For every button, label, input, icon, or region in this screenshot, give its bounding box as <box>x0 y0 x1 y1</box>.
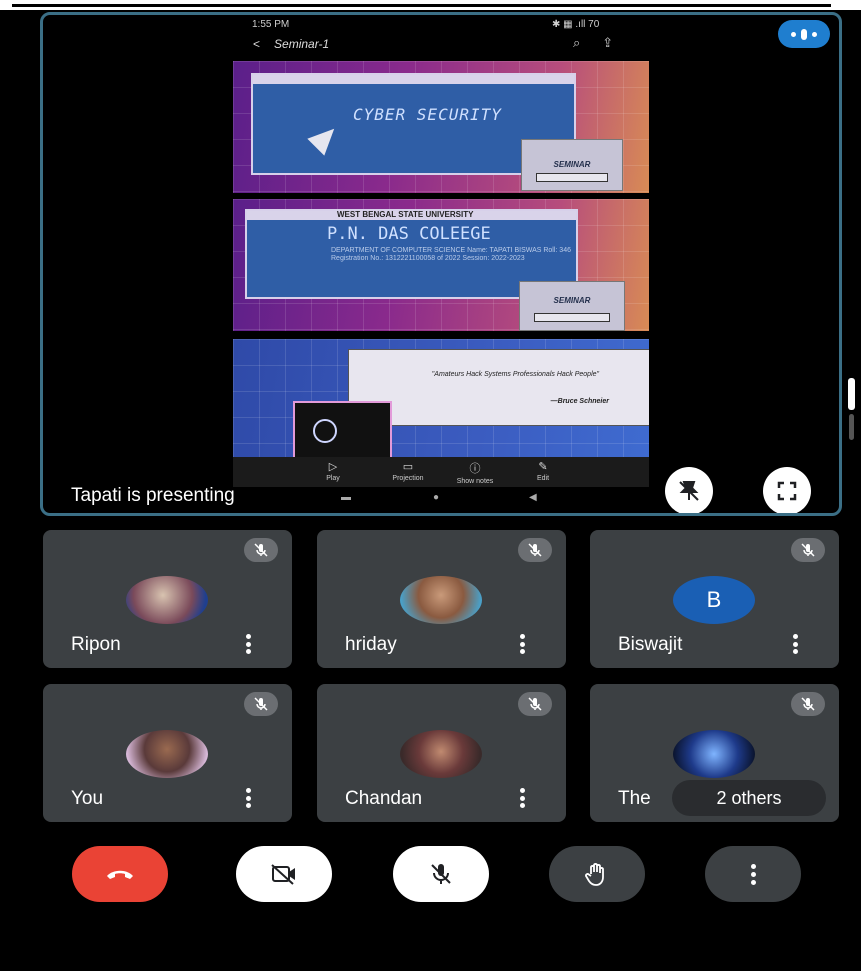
home-icon: ● <box>433 492 440 503</box>
projection-button[interactable]: ▭ Projection <box>378 460 438 482</box>
scroll-handle[interactable] <box>848 378 855 410</box>
smiley-icon <box>313 419 337 443</box>
info-icon: ⓘ <box>469 463 481 475</box>
presentation-view[interactable]: 1:55 PM ✱ ▦ .ıll 70 < Seminar-1 ⌕ ⇪ CYBER … <box>40 12 842 516</box>
participant-tile-you[interactable]: You <box>43 684 292 822</box>
unpin-button[interactable] <box>665 467 713 513</box>
slide-3-quote-window: "Amateurs Hack Systems Professionals Hac… <box>348 349 649 426</box>
unpin-icon <box>679 481 699 501</box>
more-options-icon[interactable] <box>520 788 526 808</box>
share-icon: ⇪ <box>602 35 614 50</box>
more-options-button[interactable] <box>705 846 801 902</box>
recents-icon: ▬ <box>341 492 351 503</box>
status-time: 1:55 PM <box>252 19 290 30</box>
mic-off-icon <box>431 864 451 884</box>
search-icon: ⌕ <box>573 35 581 50</box>
slide-1-seminar-window: SEMINAR <box>521 139 623 191</box>
raise-hand-button[interactable] <box>549 846 645 902</box>
slide-3-quote: "Amateurs Hack Systems Professionals Hac… <box>431 371 599 378</box>
edit-icon: ✎ <box>538 461 548 473</box>
play-button[interactable]: ▷ Play <box>303 460 363 482</box>
android-nav: ▬ ● ◀ <box>233 489 649 507</box>
slide-3: "Amateurs Hack Systems Professionals Hac… <box>233 339 649 457</box>
avatar <box>126 730 208 778</box>
mic-off-icon <box>244 538 278 562</box>
slide-3-author: —Bruce Schneier <box>550 398 609 405</box>
camera-off-icon <box>271 864 295 885</box>
slide-3-window-stack <box>293 401 392 457</box>
slide-2-seminar-window: SEMINAR <box>519 281 625 331</box>
avatar <box>673 730 755 778</box>
slide-1: CYBER SECURITY SEMINAR <box>233 61 649 193</box>
mic-off-icon <box>518 538 552 562</box>
play-icon: ▷ <box>328 461 338 473</box>
slide-2: WEST BENGAL STATE UNIVERSITY P.N. DAS CO… <box>233 199 649 331</box>
doc-title-text: Seminar-1 <box>274 37 330 51</box>
more-options-icon[interactable] <box>793 634 799 654</box>
mic-off-icon <box>244 692 278 716</box>
more-options-icon[interactable] <box>246 634 252 654</box>
slide-2-college: P.N. DAS COLEEGE <box>327 224 491 244</box>
more-options-icon[interactable] <box>246 788 252 808</box>
fullscreen-button[interactable] <box>763 467 811 513</box>
end-call-button[interactable] <box>72 846 168 902</box>
back-icon: < <box>253 37 261 51</box>
participant-name: Biswajit <box>618 634 683 655</box>
scroll-track <box>849 414 854 440</box>
participant-name: The <box>618 788 651 809</box>
mic-off-icon <box>791 538 825 562</box>
slide-2-details: DEPARTMENT OF COMPUTER SCIENCE Name: TAP… <box>331 247 571 262</box>
participant-name: Ripon <box>71 634 121 655</box>
slide-1-label: SEMINAR <box>553 160 591 169</box>
mic-off-icon <box>518 692 552 716</box>
slide-1-title: CYBER SECURITY <box>353 105 502 124</box>
doc-title: < Seminar-1 <box>253 37 329 51</box>
status-icons: ✱ ▦ .ıll 70 <box>552 19 600 30</box>
more-vert-icon <box>750 863 756 885</box>
participant-name: hriday <box>345 634 397 655</box>
others-chip[interactable]: 2 others <box>672 780 826 816</box>
presenting-label: Tapati is presenting <box>71 485 235 506</box>
participant-tile-chandan[interactable]: Chandan <box>317 684 566 822</box>
doc-actions: ⌕ ⇪ <box>573 35 635 51</box>
avatar-initial: B <box>673 576 755 624</box>
back-nav-icon: ◀ <box>529 492 537 503</box>
more-options-icon[interactable] <box>520 634 526 654</box>
slide-2-university: WEST BENGAL STATE UNIVERSITY <box>337 210 474 219</box>
camera-toggle-button[interactable] <box>236 846 332 902</box>
end-call-icon <box>107 870 133 879</box>
show-notes-button[interactable]: ⓘ Show notes <box>445 460 505 485</box>
participant-tile-ripon[interactable]: Ripon <box>43 530 292 668</box>
fullscreen-icon <box>777 481 797 501</box>
top-strip <box>0 0 861 10</box>
avatar <box>126 576 208 624</box>
avatar <box>400 576 482 624</box>
mic-off-icon <box>791 692 825 716</box>
edit-button[interactable]: ✎ Edit <box>513 460 573 482</box>
hand-icon <box>585 863 604 886</box>
participant-tile-hriday[interactable]: hriday <box>317 530 566 668</box>
participant-name: You <box>71 788 104 809</box>
mic-toggle-button[interactable] <box>393 846 489 902</box>
slide-2-label: SEMINAR <box>553 296 591 305</box>
participant-tile-biswajit[interactable]: B Biswajit <box>590 530 839 668</box>
presentation-options-button[interactable] <box>778 20 830 48</box>
slides-toolbar: ▷ Play ▭ Projection ⓘ Show notes ✎ Edit <box>233 457 649 487</box>
participant-name: Chandan <box>345 788 423 809</box>
projection-icon: ▭ <box>402 461 414 473</box>
avatar <box>400 730 482 778</box>
